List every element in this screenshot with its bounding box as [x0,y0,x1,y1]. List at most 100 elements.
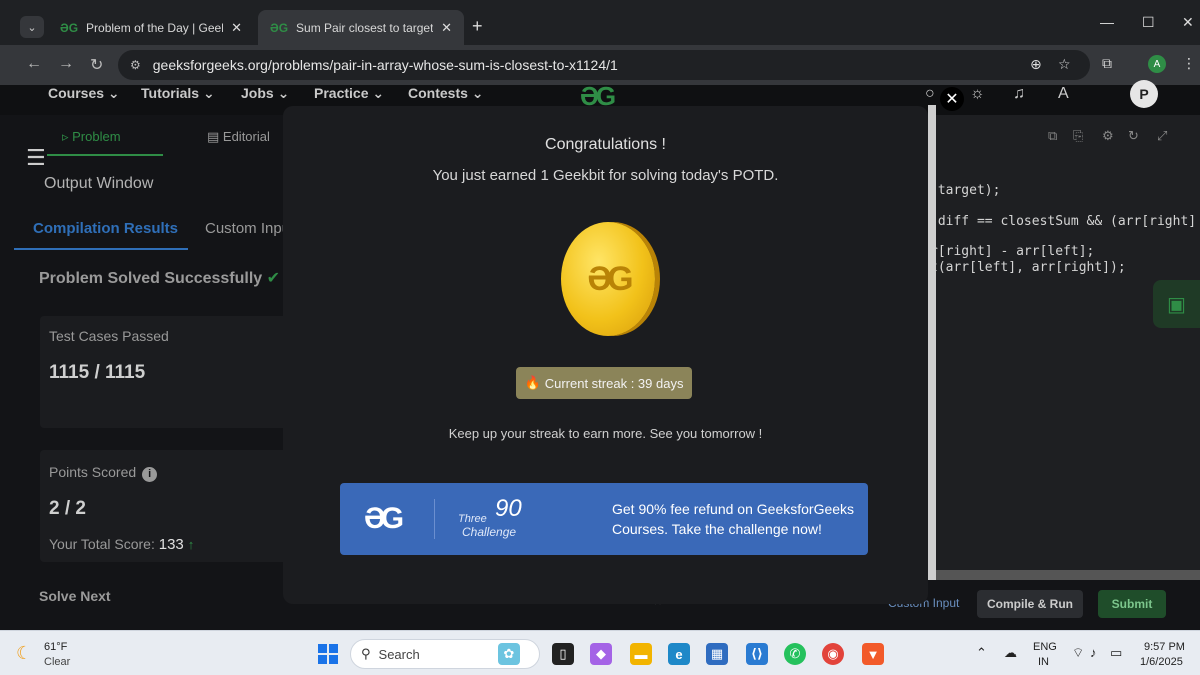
windows-taskbar: ☾ 61°F Clear ⚲ Search ✿ ▯ ◆ ▬ e ▦ ⟨⟩ ✆ ◉… [0,630,1200,675]
site-info-icon[interactable]: ⚙ [130,58,141,72]
extensions-icon[interactable]: ⧉ [1102,55,1112,72]
arrow-up-icon: ↑ [187,537,195,552]
submit-button[interactable]: Submit [1098,590,1166,618]
tray-expand-icon[interactable]: ⌃ [976,645,987,661]
tab-editorial[interactable]: ▤ Editorial [207,129,270,145]
tab-search-dropdown[interactable]: ⌄ [20,16,44,38]
modal-subtitle: You just earned 1 Geekbit for solving to… [432,167,779,184]
gfg-favicon-icon: ƏG [60,20,79,35]
language-code[interactable]: ENG [1033,641,1057,653]
three-ninety-banner[interactable]: ƏG Three 90 Challenge Get 90% fee refund… [340,483,868,555]
wifi-icon[interactable]: ⌔ [1072,645,1084,661]
chrome-icon[interactable]: ◉ [822,643,844,665]
zoom-icon[interactable]: ⊕ [1030,56,1042,73]
close-modal-icon[interactable]: ✕ [940,87,964,111]
code-line: (diff == closestSum && (arr[right] [930,214,1197,229]
minimize-icon[interactable]: — [1100,14,1114,30]
translate-icon[interactable]: A [1058,85,1069,103]
maximize-icon[interactable]: ☐ [1142,14,1155,31]
moon-weather-icon[interactable]: ☾ [16,643,32,664]
hamburger-menu-icon[interactable]: ☰ [26,145,46,171]
brave-icon[interactable]: ▼ [862,643,884,665]
language-region[interactable]: IN [1038,656,1049,668]
gfg-logo-icon[interactable]: ƏG [580,83,616,109]
geekbit-coin-icon: ƏG [561,222,655,336]
fullscreen-icon[interactable]: ⤢ [1157,128,1167,144]
weather-condition[interactable]: Clear [44,656,70,668]
code-line: target); [930,183,1001,198]
bookmark-star-icon[interactable]: ☆ [1058,56,1071,73]
task-view-icon[interactable]: ▯ [552,643,574,665]
horizontal-scrollbar[interactable] [935,570,1200,580]
tab-problem[interactable]: ▹ Problem [62,129,121,145]
check-circle-icon: ✔ [266,270,281,287]
export-icon[interactable]: ⎘ [1073,128,1083,144]
nav-contests[interactable]: Contests ⌄ [408,85,484,102]
close-tab-icon[interactable]: ✕ [231,20,242,36]
user-avatar[interactable]: P [1130,80,1158,108]
battery-icon[interactable]: ▭ [1110,645,1122,661]
copy-icon[interactable]: ⧉ [1048,128,1057,144]
settings-gear-icon[interactable]: ⚙ [1102,128,1114,144]
fire-icon: 🔥 [524,375,541,390]
vscode-icon[interactable]: ⟨⟩ [746,643,768,665]
whatsapp-icon[interactable]: ✆ [784,643,806,665]
modal-scrollbar[interactable] [928,105,936,580]
browser-tab-active[interactable]: ƏG Sum Pair closest to target | Prac ✕ [258,10,464,45]
close-window-icon[interactable]: ✕ [1182,14,1194,31]
reload-icon[interactable]: ↻ [90,55,103,75]
tab-title: Problem of the Day | GeeksforG [86,20,223,35]
banner-challenge: Challenge [462,525,517,539]
total-score: Your Total Score: 133 ↑ [49,536,195,553]
tab-compilation-results[interactable]: Compilation Results [33,220,178,237]
banner-text: Get 90% fee refund on GeeksforGeeks Cour… [612,501,855,537]
nav-practice[interactable]: Practice ⌄ [314,85,384,102]
code-line: t(arr[left], arr[right]); [930,260,1126,275]
browser-tab-bar: ⌄ ƏG Problem of the Day | GeeksforG ✕ ƏG… [0,0,1200,45]
browser-tab-potd[interactable]: ƏG Problem of the Day | GeeksforG ✕ [48,10,254,45]
banner-ninety: 90 [495,495,522,522]
theme-toggle-icon[interactable]: ☼ [970,85,985,103]
tab-custom-input[interactable]: Custom Inpu [205,220,290,237]
widgets-app-icon[interactable]: ✿ [498,643,520,665]
url-text: geeksforgeeks.org/problems/pair-in-array… [152,57,618,73]
code-line: r[right] - arr[left]; [930,244,1095,259]
tests-card: Test Cases Passed 1115 / 1115 [40,316,290,428]
file-explorer-icon[interactable]: ▬ [630,643,652,665]
search-icon[interactable]: ○ [925,85,935,103]
close-tab-icon[interactable]: ✕ [441,20,452,36]
points-label: Points Scored i [49,464,158,482]
menu-dots-icon[interactable]: ⋮ [1182,55,1196,72]
clock-date[interactable]: 1/6/2025 [1140,656,1183,668]
tests-value: 1115 / 1115 [49,362,146,383]
edge-browser-icon[interactable]: e [668,643,690,665]
copilot-icon[interactable]: ◆ [590,643,612,665]
nav-jobs[interactable]: Jobs ⌄ [241,85,289,102]
points-card: Points Scored i 2 / 2 Your Total Score: 1… [40,450,290,562]
new-tab-icon[interactable]: + [472,16,483,37]
reset-icon[interactable]: ↻ [1128,128,1139,144]
back-icon[interactable]: ← [26,55,42,73]
active-subtab-underline [14,248,188,250]
compile-run-button[interactable]: Compile & Run [977,590,1083,618]
chat-icon[interactable]: ▣ [1153,280,1200,328]
url-input[interactable]: ⚙ geeksforgeeks.org/problems/pair-in-arr… [118,50,1090,80]
clock-time[interactable]: 9:57 PM [1144,641,1185,653]
weather-temp[interactable]: 61°F [44,641,67,653]
address-bar: ← → ↻ ⚙ geeksforgeeks.org/problems/pair-… [0,45,1200,85]
windows-start-icon[interactable] [318,644,338,664]
nav-courses[interactable]: Courses ⌄ [48,85,120,102]
forward-icon[interactable]: → [58,55,74,73]
notification-bell-icon[interactable]: ♫ [1013,85,1025,103]
info-icon[interactable]: i [142,466,158,482]
nav-tutorials[interactable]: Tutorials ⌄ [141,85,215,102]
streak-badge: 🔥 Current streak : 39 days [516,367,692,399]
streak-message: Keep up your streak to earn more. See yo… [448,426,763,441]
onedrive-cloud-icon[interactable]: ☁ [1004,645,1017,661]
volume-icon[interactable]: ♪ [1090,645,1097,660]
tab-title: Sum Pair closest to target | Prac [296,20,434,35]
tests-label: Test Cases Passed [49,328,169,344]
profile-avatar[interactable]: A [1148,55,1166,73]
store-icon[interactable]: ▦ [706,643,728,665]
gfg-favicon-icon: ƏG [270,20,289,35]
